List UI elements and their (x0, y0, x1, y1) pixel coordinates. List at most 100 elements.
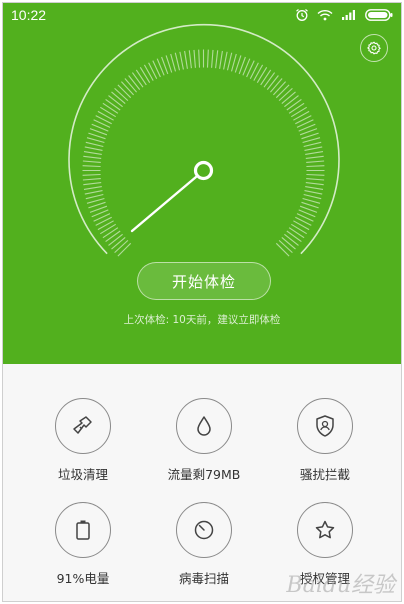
tool-permissions-circle (297, 502, 353, 558)
gauge-tick (102, 102, 119, 114)
gauge-tick (165, 55, 173, 73)
gauge-tick (263, 72, 276, 88)
tool-virus-scan[interactable]: 病毒扫描 (144, 502, 264, 587)
gauge-tick (215, 50, 219, 69)
tool-battery[interactable]: 91%电量 (23, 502, 143, 587)
gauge-tick (108, 95, 123, 108)
gauge-tick (275, 242, 290, 257)
gauge-tick (174, 52, 181, 71)
tool-permissions[interactable]: 授权管理 (265, 502, 385, 587)
gauge-tick (114, 87, 129, 102)
tool-harassment-block[interactable]: 骚扰拦截 (265, 398, 385, 483)
gauge-tick (124, 78, 138, 93)
gauge-tick (284, 95, 299, 108)
tool-label: 授权管理 (299, 571, 350, 586)
gauge-tick (84, 146, 103, 151)
gauge-tick (88, 132, 106, 140)
tools-grid: 垃圾清理 流量剩79MB 骚扰拦截 91%电量 病毒扫描 授权管理 (3, 364, 401, 601)
gauge-tick (120, 81, 135, 96)
battery-icon (76, 520, 90, 540)
gauge-tick (305, 186, 324, 190)
gauge-tick (293, 110, 310, 121)
gauge-tick (301, 132, 319, 140)
gauge-tick (256, 67, 268, 83)
gauge-tick (286, 98, 302, 111)
gauge-tick (170, 53, 177, 72)
gauge-tick (293, 220, 310, 231)
gauge-tick (269, 78, 283, 93)
gauge-tick (305, 155, 324, 159)
gauge-tick (100, 223, 116, 235)
gauge-tick (97, 110, 114, 121)
gauge-tick (198, 49, 201, 68)
gauge-tick (88, 201, 106, 209)
gauge-tick (305, 151, 324, 155)
gauge-tick (143, 64, 154, 81)
gauge-tick (83, 186, 102, 190)
tool-label: 病毒扫描 (178, 571, 229, 586)
app-frame: 10:22 开始体检 上次体检: 10天前，建议立即体检 垃圾清理 流量剩79M… (2, 2, 402, 602)
gauge-tick (288, 102, 305, 114)
gauge-tick (105, 98, 121, 111)
gauge-tick (82, 165, 101, 168)
last-check-text: 上次体检: 10天前，建议立即体检 (123, 314, 281, 326)
gauge-tick (85, 193, 104, 200)
gauge-tick (302, 197, 321, 204)
scan-icon (194, 520, 214, 540)
gauge-tick (253, 64, 264, 81)
gauge-tick (272, 81, 287, 96)
gauge-tick (135, 69, 147, 86)
broom-icon (73, 416, 92, 434)
gauge-tick (304, 146, 323, 151)
gauge-tick (117, 242, 132, 257)
gauge-tick (114, 239, 129, 254)
gauge-tick (306, 178, 325, 181)
gauge-tick (226, 52, 233, 71)
hero-panel: 10:22 开始体检 上次体检: 10天前，建议立即体检 (3, 3, 401, 364)
gauge-tick (83, 182, 102, 186)
start-checkup-button[interactable]: 开始体检 (137, 262, 271, 300)
gauge-tick (281, 91, 296, 105)
gauge-tick (275, 84, 290, 99)
gauge-tick (102, 227, 119, 239)
tool-label: 垃圾清理 (57, 467, 108, 482)
gauge-tick (223, 51, 228, 70)
gauge-tick (82, 160, 101, 163)
gauge-tick (131, 72, 144, 88)
gauge-tick (128, 75, 141, 90)
gauge-tick (301, 201, 319, 209)
tool-data-usage[interactable]: 流量剩79MB (144, 398, 264, 483)
tool-label: 骚扰拦截 (299, 467, 350, 482)
star-icon (315, 520, 335, 539)
gauge-pivot (193, 160, 214, 181)
gauge-tick (86, 137, 105, 144)
gauge-tick (284, 233, 299, 246)
gauge-tick (83, 155, 102, 159)
gauge-tick (291, 223, 307, 235)
gauge-tick (302, 137, 321, 144)
tool-virus-scan-circle (176, 502, 232, 558)
tool-junk-clean[interactable]: 垃圾清理 (23, 398, 143, 483)
gauge-tick (219, 50, 223, 69)
gauge-tick (304, 190, 323, 195)
tool-battery-circle (55, 502, 111, 558)
gauge-tick (303, 193, 322, 200)
gauge-tick (111, 91, 126, 105)
gauge-tick (84, 190, 103, 195)
gauge-tick (278, 87, 293, 102)
shield-user-icon (316, 415, 334, 437)
gauge-tick (206, 49, 209, 68)
tool-data-usage-circle (176, 398, 232, 454)
gauge-tick (306, 160, 325, 163)
gauge-tick (260, 69, 272, 86)
gauge-tick (211, 49, 214, 68)
tool-harassment-block-circle (297, 398, 353, 454)
gauge-tick (306, 165, 325, 168)
tool-junk-clean-circle (55, 398, 111, 454)
gauge-tick (105, 230, 121, 243)
gauge-tick (234, 55, 242, 73)
gauge-tick (306, 173, 325, 176)
gauge-tick (230, 53, 237, 72)
gauge-needle (130, 175, 198, 233)
gauge-tick (291, 106, 307, 118)
